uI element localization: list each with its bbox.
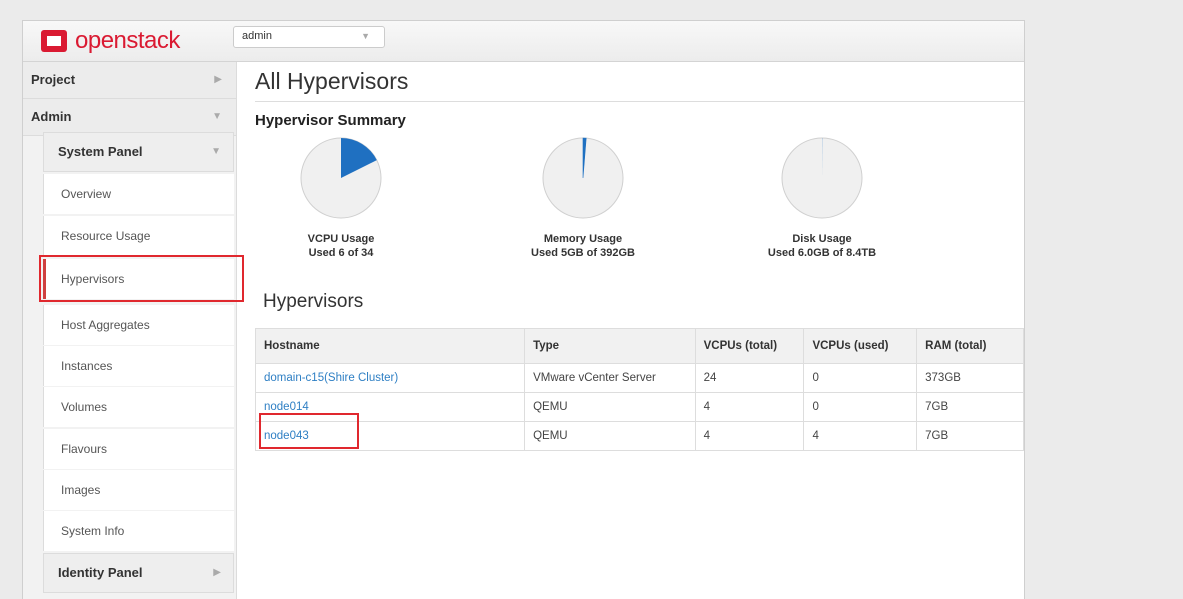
type-cell: QEMU [525,393,696,422]
ram-total-cell: 373GB [917,364,1024,393]
disk-usage-chart: Disk Usage Used 6.0GB of 8.4TB [722,136,922,260]
chevron-down-icon: ▼ [361,31,370,41]
column-header-vcpus-used[interactable]: VCPUs (used) [804,329,917,364]
divider [255,101,1024,102]
main-content: All Hypervisors Hypervisor Summary VCPU … [255,62,1024,599]
sidebar-item-flavours[interactable]: Flavours [43,429,234,469]
logo-text: openstack [75,27,180,55]
sidebar-item-host-aggregates[interactable]: Host Aggregates [43,305,234,345]
sidebar-system-panel[interactable]: System Panel ▼ [43,132,234,172]
column-header-hostname[interactable]: Hostname [256,329,525,364]
vcpus-used-cell: 0 [804,364,917,393]
system-panel-label: System Panel [58,144,143,159]
vcpu-usage-label: VCPU Usage [241,232,441,246]
highlight-box-node014 [259,413,359,449]
openstack-logo-icon [41,30,67,52]
openstack-logo[interactable]: openstack [41,27,180,55]
chevron-right-icon: ▶ [213,567,221,578]
project-selector-value: admin [242,30,272,42]
page-title: All Hypervisors [255,68,408,95]
memory-pie [541,136,625,220]
sidebar-project[interactable]: Project ▶ [23,62,236,99]
type-cell: VMware vCenter Server [525,364,696,393]
disk-pie [780,136,864,220]
hypervisors-table: Hostname Type VCPUs (total) VCPUs (used)… [255,328,1024,451]
vcpus-used-cell: 4 [804,422,917,451]
identity-panel-label: Identity Panel [58,565,143,580]
vcpus-used-cell: 0 [804,393,917,422]
sidebar-item-overview[interactable]: Overview [43,174,234,214]
table-title: Hypervisors [263,291,363,313]
hostname-link[interactable]: node014 [264,401,309,413]
sidebar-item-resource-usage[interactable]: Resource Usage [43,216,234,256]
ram-total-cell: 7GB [917,393,1024,422]
chevron-right-icon: ▶ [214,74,222,85]
chevron-down-icon: ▼ [212,111,222,122]
highlight-box-hypervisors [39,255,244,302]
sidebar-item-system-info[interactable]: System Info [43,511,234,551]
vcpu-usage-detail: Used 6 of 34 [241,246,441,260]
vcpu-usage-chart: VCPU Usage Used 6 of 34 [241,136,441,260]
app-window: openstack admin ▼ Project ▶ Admin ▼ Syst… [22,20,1025,599]
vcpu-pie [299,136,383,220]
memory-usage-label: Memory Usage [483,232,683,246]
sidebar-item-volumes[interactable]: Volumes [43,387,234,427]
table-row: domain-c15(Shire Cluster) VMware vCenter… [256,364,1024,393]
table-header-row: Hostname Type VCPUs (total) VCPUs (used)… [256,329,1024,364]
table-row: node014 QEMU 4 0 7GB [256,393,1024,422]
sidebar-admin-label: Admin [31,109,71,124]
top-bar: openstack admin ▼ [23,21,1024,62]
memory-usage-chart: Memory Usage Used 5GB of 392GB [483,136,683,260]
disk-usage-label: Disk Usage [722,232,922,246]
sidebar-item-instances[interactable]: Instances [43,346,234,386]
sidebar-project-label: Project [31,72,75,87]
summary-title: Hypervisor Summary [255,112,406,129]
project-selector[interactable]: admin ▼ [233,26,385,48]
type-cell: QEMU [525,422,696,451]
column-header-ram-total[interactable]: RAM (total) [917,329,1024,364]
column-header-type[interactable]: Type [525,329,696,364]
hostname-cell: domain-c15(Shire Cluster) [256,364,525,393]
vcpus-total-cell: 24 [695,364,804,393]
disk-usage-detail: Used 6.0GB of 8.4TB [722,246,922,260]
ram-total-cell: 7GB [917,422,1024,451]
table-row: node043 QEMU 4 4 7GB [256,422,1024,451]
vcpus-total-cell: 4 [695,393,804,422]
memory-usage-detail: Used 5GB of 392GB [483,246,683,260]
sidebar: Project ▶ Admin ▼ System Panel ▼ Overvie… [23,62,237,599]
hostname-link[interactable]: domain-c15(Shire Cluster) [264,372,398,384]
vcpus-total-cell: 4 [695,422,804,451]
column-header-vcpus-total[interactable]: VCPUs (total) [695,329,804,364]
chevron-down-icon: ▼ [211,146,221,157]
sidebar-item-images[interactable]: Images [43,470,234,510]
sidebar-admin[interactable]: Admin ▼ [23,99,236,136]
sidebar-identity-panel[interactable]: Identity Panel ▶ [43,553,234,593]
